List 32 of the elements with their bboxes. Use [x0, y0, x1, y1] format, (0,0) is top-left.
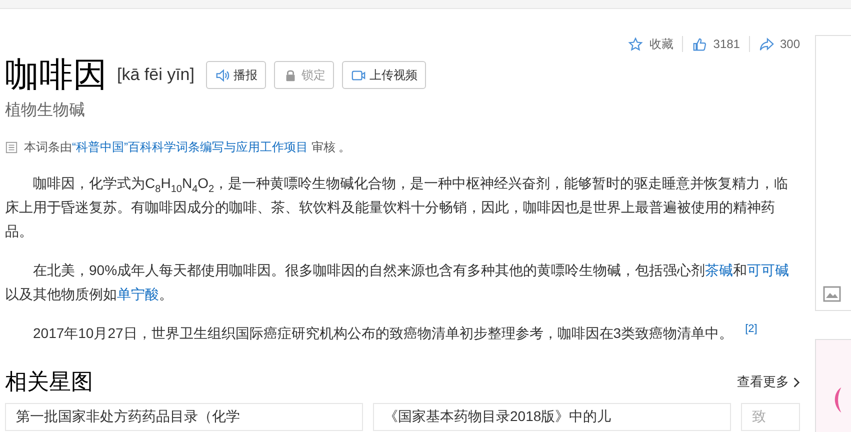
body-paragraph: 2017年10月27日，世界卫生组织国际癌症研究机构公布的致癌物清单初步整理参考，咖啡因在3类致癌物清单中。 $^{[2]}$ — [32, 322, 758, 343]
review-note: 本词条由“科普中国”百科科学词条编写与应用工作项目 审核 。 — [24, 139, 351, 156]
upload-video-button[interactable]: 上传视频 — [342, 61, 426, 89]
term-link[interactable]: 可可碱 — [747, 262, 790, 278]
share-arrow-icon — [758, 36, 774, 52]
share-link[interactable]: 300 — [758, 36, 800, 52]
see-more-link[interactable]: 查看更多 — [737, 373, 800, 391]
section-heading: 相关星图 — [5, 368, 93, 396]
project-link[interactable]: “科普中国”百科科学词条编写与应用工作项目 — [72, 140, 308, 154]
related-card[interactable]: 第一批国家非处方药药品目录（化学 — [5, 403, 363, 431]
thumbs-up-icon — [692, 36, 708, 52]
document-icon — [5, 141, 18, 154]
video-camera-icon — [351, 68, 366, 82]
body-paragraph: 在北美，90%成年人每天都使用咖啡因。很多咖啡因的自然来源也含有多种其他的黄嘌呤生物碱，包括强心剂茶碱和可可碱 以及其他物质例如单宁酸。 — [5, 261, 790, 304]
card-title: 《国家基本药物目录2018版》中的儿 — [384, 408, 612, 424]
speaker-icon — [215, 68, 230, 82]
card-title: 第一批国家非处方药药品目录（化学 — [16, 408, 240, 424]
related-card[interactable]: 《国家基本药物目录2018版》中的儿 — [373, 403, 731, 431]
card-title: 致 — [752, 408, 766, 424]
entry-subtitle: 植物生物碱 — [5, 100, 86, 121]
chevron-right-icon — [793, 376, 800, 388]
image-icon[interactable] — [822, 284, 842, 304]
pinyin-text: [kā fēi yīn] — [117, 65, 194, 85]
body-paragraph: 咖啡因，化学式为C$_{8}$H$_{10}$N$_{4}$O$_{2}$，是一种黄嘌呤生物碱化合物，是一种中枢神经兴奋剂，能够暂时的驱走睡意并恢复精力，临床上用于昏迷复苏。有咖啡因成分的咖啡、茶、软饮料及能量饮料十分畅销，因此，咖啡因也是世界上最普遍被使用的精神药品。 — [5, 174, 790, 241]
reference-link[interactable]: [2] — [745, 323, 758, 336]
entry-title: 咖啡因 — [5, 55, 107, 96]
term-link[interactable]: 单宁酸 — [117, 286, 159, 302]
read-aloud-button[interactable]: 播报 — [206, 61, 266, 89]
favorite-link[interactable]: 收藏 — [628, 36, 674, 52]
term-link[interactable]: 茶碱 — [705, 262, 734, 278]
star-icon — [628, 36, 644, 52]
like-link[interactable]: 3181 — [692, 36, 740, 52]
